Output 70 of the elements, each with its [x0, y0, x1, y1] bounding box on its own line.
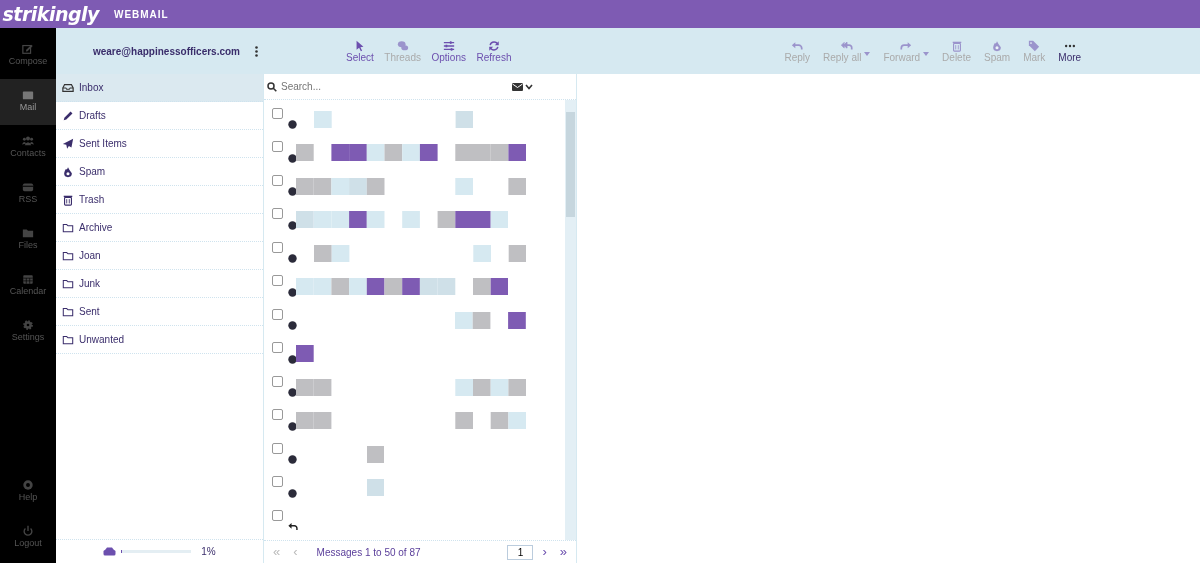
- card-icon: [22, 181, 34, 194]
- page-field[interactable]: 1: [507, 544, 534, 560]
- folder-icon: [62, 221, 74, 234]
- envelope-icon[interactable]: [511, 82, 523, 91]
- toolbar-button[interactable]: Select: [342, 39, 378, 63]
- message-checkbox[interactable]: [272, 141, 283, 152]
- folder-icon: [62, 305, 74, 318]
- folder-item[interactable]: Inbox: [56, 74, 263, 102]
- last-page-button[interactable]: »: [555, 542, 571, 562]
- calendar-icon: [22, 273, 34, 286]
- menu-icon[interactable]: [255, 45, 258, 57]
- toolbar-button[interactable]: Refresh: [472, 39, 516, 63]
- tray-icon: [62, 81, 74, 94]
- product-name: WEBMAIL: [113, 7, 169, 22]
- flame-icon: [991, 39, 1004, 52]
- message-checkbox[interactable]: [272, 275, 283, 286]
- sliders-icon: [442, 39, 455, 52]
- redacted-preview-drawing: [366, 479, 385, 496]
- rail-item[interactable]: Files: [0, 217, 56, 263]
- people-icon: [22, 135, 34, 148]
- redacted-preview-drawing: [366, 445, 385, 463]
- message-checkbox[interactable]: [272, 208, 283, 219]
- message-checkbox[interactable]: [272, 308, 283, 320]
- trash-icon: [950, 39, 963, 52]
- search-icon: [266, 81, 277, 92]
- pencil-icon: [62, 109, 74, 122]
- message-checkbox[interactable]: [272, 442, 283, 454]
- help-icon: [22, 478, 34, 491]
- envelope-icon: [22, 89, 34, 102]
- tag-icon: [1028, 39, 1041, 52]
- chevron-icon[interactable]: [525, 83, 533, 90]
- reply-all-icon: [840, 39, 853, 52]
- message-checkbox[interactable]: [272, 342, 283, 353]
- rail-item[interactable]: Mail: [0, 79, 56, 125]
- paper-plane-icon: [62, 137, 74, 150]
- folder-icon: [62, 249, 74, 262]
- message-checkbox[interactable]: [272, 409, 283, 420]
- rail-item[interactable]: Calendar: [0, 263, 56, 309]
- message-checkbox[interactable]: [272, 241, 283, 253]
- folder-icon: [62, 277, 74, 290]
- folder-icon: [22, 227, 34, 240]
- toolbar-button[interactable]: Options: [427, 39, 470, 63]
- toolbar-button[interactable]: More: [1054, 39, 1086, 63]
- redacted-preview-drawing: [296, 345, 314, 362]
- account-email: weare@happinessofficers.com: [92, 44, 240, 59]
- redacted-preview-drawing: [455, 311, 527, 329]
- rail-item[interactable]: Settings: [0, 309, 56, 355]
- message-checkbox[interactable]: [272, 476, 283, 487]
- message-checkbox[interactable]: [272, 174, 283, 186]
- rail-item[interactable]: Logout: [0, 514, 56, 561]
- rail-item[interactable]: Help: [0, 468, 56, 515]
- settings-icon: [22, 319, 34, 332]
- compose-icon: [22, 43, 34, 56]
- bubbles-icon: [396, 39, 409, 52]
- rail-item[interactable]: Contacts: [0, 125, 56, 171]
- trash-icon: [62, 193, 74, 206]
- message-count: Messages 1 to 50 of 87: [316, 545, 421, 560]
- quota-percent: 1%: [201, 545, 216, 559]
- rail-item[interactable]: Compose: [0, 33, 56, 79]
- message-checkbox[interactable]: [272, 375, 283, 387]
- power-icon: [22, 524, 34, 537]
- rail-item[interactable]: RSS: [0, 171, 56, 217]
- refresh-icon: [487, 39, 500, 52]
- message-checkbox[interactable]: [272, 107, 283, 119]
- folder-icon: [62, 333, 74, 346]
- message-checkbox[interactable]: [272, 509, 283, 521]
- flame-icon: [62, 165, 74, 178]
- next-page-button[interactable]: ›: [538, 542, 551, 562]
- logo: strikingly: [2, 1, 99, 27]
- scrollbar[interactable]: [565, 100, 576, 540]
